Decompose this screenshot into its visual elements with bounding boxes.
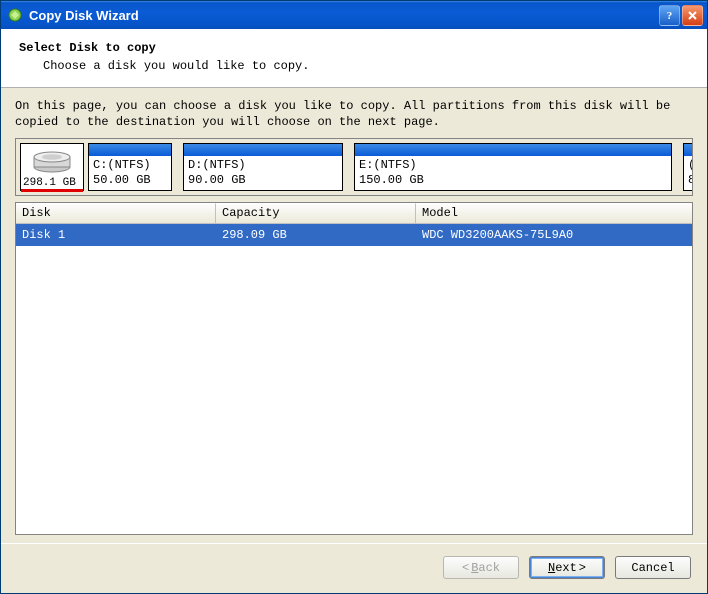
page-subtitle: Choose a disk you would like to copy. <box>19 59 689 73</box>
cell-model: WDC WD3200AAKS-75L9A0 <box>416 224 692 246</box>
cancel-button[interactable]: Cancel <box>615 556 691 579</box>
column-capacity[interactable]: Capacity <box>216 203 416 223</box>
partition-c[interactable]: C:(NTFS) 50.00 GB <box>88 143 172 191</box>
cancel-label: Cancel <box>631 561 674 575</box>
partition-e[interactable]: E:(NTFS) 150.00 GB <box>354 143 672 191</box>
next-button[interactable]: Next > <box>529 556 605 579</box>
table-row[interactable]: Disk 1 298.09 GB WDC WD3200AAKS-75L9A0 <box>16 224 692 246</box>
disk-map: 298.1 GB C:(NTFS) 50.00 GB D:(NTFS) 90.0… <box>15 138 693 196</box>
help-button[interactable]: ? <box>659 5 680 26</box>
window-title: Copy Disk Wizard <box>29 8 659 23</box>
partition-d[interactable]: D:(NTFS) 90.00 GB <box>183 143 343 191</box>
partition-size: 8.0 <box>688 173 693 188</box>
partition-header <box>355 144 671 156</box>
close-button[interactable] <box>682 5 703 26</box>
disk-selected-indicator <box>21 189 83 192</box>
chevron-right-icon: > <box>579 561 586 575</box>
disk-thumbnail[interactable]: 298.1 GB <box>20 143 84 191</box>
column-disk[interactable]: Disk <box>16 203 216 223</box>
partition-name: D:(NTFS) <box>188 158 338 173</box>
partition-name: E:(NTFS) <box>359 158 667 173</box>
back-button: < Back <box>443 556 519 579</box>
next-label: ext <box>555 561 577 575</box>
svg-text:?: ? <box>667 10 673 22</box>
partition-header <box>684 144 693 156</box>
table-header: Disk Capacity Model <box>16 203 692 224</box>
app-icon <box>7 7 23 23</box>
footer-buttons: < Back Next > Cancel <box>1 543 707 593</box>
chevron-left-icon: < <box>462 561 469 575</box>
content-area: On this page, you can choose a disk you … <box>1 88 707 543</box>
partition-name: (NT <box>688 158 693 173</box>
window-root: Copy Disk Wizard ? Select Disk to copy C… <box>0 0 708 594</box>
window-buttons: ? <box>659 5 703 26</box>
partition-size: 50.00 GB <box>93 173 167 188</box>
cell-capacity: 298.09 GB <box>216 224 416 246</box>
column-model[interactable]: Model <box>416 203 692 223</box>
partition-size: 90.00 GB <box>188 173 338 188</box>
partition-header <box>89 144 171 156</box>
titlebar[interactable]: Copy Disk Wizard ? <box>1 1 707 29</box>
back-label: ack <box>478 561 500 575</box>
partition-size: 150.00 GB <box>359 173 667 188</box>
disk-icon <box>21 144 83 177</box>
cell-disk: Disk 1 <box>16 224 216 246</box>
partition-name: C:(NTFS) <box>93 158 167 173</box>
partition-header <box>184 144 342 156</box>
page-title: Select Disk to copy <box>19 41 689 55</box>
table-body: Disk 1 298.09 GB WDC WD3200AAKS-75L9A0 <box>16 224 692 534</box>
disk-table: Disk Capacity Model Disk 1 298.09 GB WDC… <box>15 202 693 535</box>
description-text: On this page, you can choose a disk you … <box>15 98 693 130</box>
wizard-header: Select Disk to copy Choose a disk you wo… <box>1 29 707 88</box>
partition-last[interactable]: (NT 8.0 <box>683 143 693 191</box>
